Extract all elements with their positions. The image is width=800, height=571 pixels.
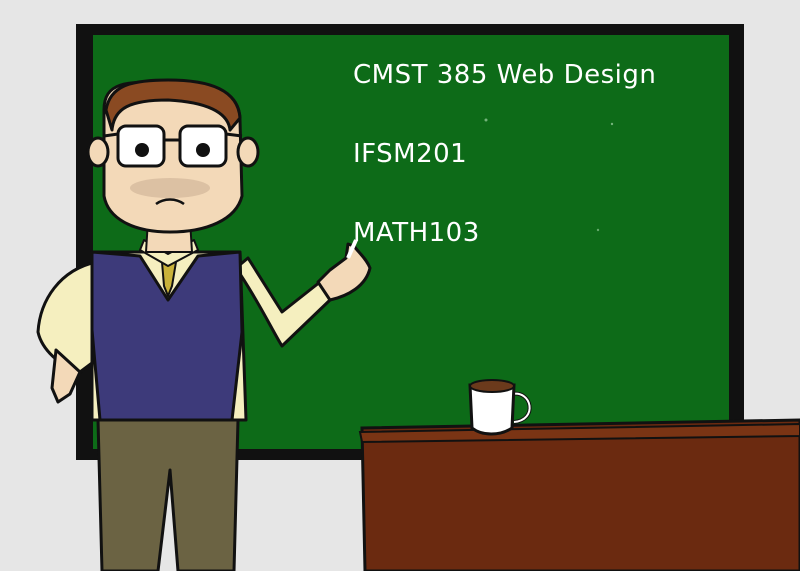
chalkboard-line-course-3: MATH103 bbox=[353, 218, 480, 248]
chalkboard-line-course-2: IFSM201 bbox=[353, 139, 468, 169]
teacher-stubble bbox=[130, 178, 210, 198]
chalk-speck bbox=[484, 118, 488, 122]
teacher-glasses-left-arm bbox=[103, 132, 119, 138]
teacher-left-ear bbox=[86, 136, 110, 168]
chalkboard-line-course-1: CMST 385 Web Design bbox=[353, 60, 657, 90]
chalk-speck bbox=[596, 228, 600, 232]
teacher-right-ear bbox=[236, 136, 260, 168]
teacher-right-pupil bbox=[196, 143, 210, 157]
teacher-left-pupil bbox=[135, 143, 149, 157]
desk-front bbox=[360, 418, 800, 571]
mug-coffee bbox=[469, 379, 515, 393]
desk bbox=[358, 418, 800, 571]
chalk-speck bbox=[610, 122, 614, 126]
teacher-glasses-right-arm bbox=[225, 132, 243, 138]
classroom-scene: CMST 385 Web Design IFSM201 MATH103 bbox=[0, 0, 800, 571]
